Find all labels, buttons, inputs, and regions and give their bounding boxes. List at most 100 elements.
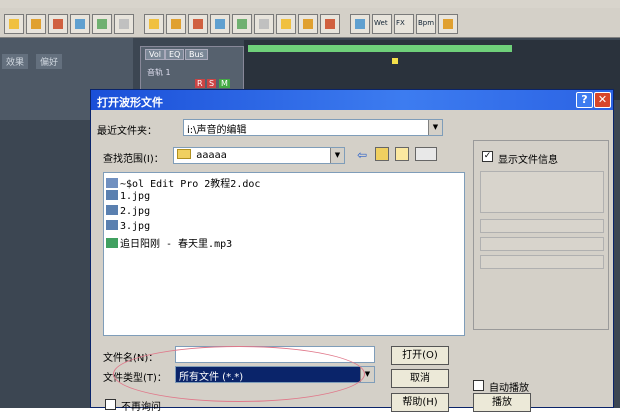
bpm-icon-label: Bpm (418, 19, 435, 27)
open-file-dialog: 打开波形文件 ? ✕ 最近文件夹： i:\声音的编辑 ▼ 查找范围(I)： aa… (90, 89, 614, 413)
file-item[interactable]: 2.jpg (106, 205, 150, 219)
track-label: 音轨 1 (147, 68, 171, 77)
menu-bar (0, 0, 620, 8)
edit-icon-glyph (259, 19, 269, 29)
file-item[interactable]: 3.jpg (106, 220, 150, 234)
file-item[interactable]: 追日阳刚 - 春天里.mp3 (106, 235, 233, 250)
mixer-icon-glyph (171, 19, 181, 29)
tab-effects[interactable]: 效果 (2, 54, 29, 69)
loop-icon[interactable] (144, 14, 164, 34)
record-arm-button[interactable]: R (195, 79, 205, 88)
wet-icon-label: Wet (374, 19, 388, 27)
cut-icon-glyph (75, 19, 85, 29)
copy-icon[interactable] (92, 14, 112, 34)
wave-icon[interactable] (188, 14, 208, 34)
bpm-icon[interactable]: Bpm (416, 14, 436, 34)
autoplay-label: 自动播放 (489, 383, 529, 394)
file-name: 3.jpg (120, 221, 151, 232)
wave-icon-glyph (193, 19, 203, 29)
play-icon-glyph (355, 19, 365, 29)
file-name: ~$ol Edit Pro 2教程2.doc (120, 179, 261, 190)
play-button[interactable]: 播放 (473, 393, 531, 412)
mixer-icon[interactable] (166, 14, 186, 34)
folder-icon (177, 149, 191, 159)
autoplay-checkbox[interactable] (473, 380, 484, 391)
info-field-1 (480, 219, 604, 233)
play-icon[interactable] (350, 14, 370, 34)
file-item[interactable]: 1.jpg (106, 190, 150, 204)
wet-icon[interactable]: Wet (372, 14, 392, 34)
file-name: 2.jpg (120, 206, 151, 217)
look-in-value: aaaaa (196, 150, 227, 161)
playhead-marker[interactable] (392, 58, 398, 64)
mute-button[interactable]: M (219, 79, 230, 88)
chevron-down-icon[interactable]: ▼ (428, 120, 442, 135)
open-icon[interactable] (26, 14, 46, 34)
vol-button[interactable]: Vol (145, 49, 165, 60)
new-icon[interactable] (4, 14, 24, 34)
annotation-ellipse (113, 346, 365, 402)
file-name: 1.jpg (120, 191, 151, 202)
close-title-button[interactable]: ✕ (594, 92, 611, 108)
cancel-button[interactable]: 取消 (391, 369, 449, 388)
file-list[interactable]: ~$ol Edit Pro 2教程2.doc 1.jpg 2.jpg 3.jpg 追日阳… (103, 172, 465, 336)
main-toolbar: Wet FX Bpm (0, 8, 620, 38)
record-icon-glyph (325, 19, 335, 29)
file-item[interactable]: ~$ol Edit Pro 2教程2.doc (106, 175, 261, 190)
envelope-icon-glyph (215, 19, 225, 29)
view-menu-icon[interactable] (415, 147, 437, 161)
file-info-panel: ✓ 显示文件信息 (473, 140, 609, 330)
doc-file-icon (106, 178, 118, 188)
back-arrow-icon[interactable]: ⇦ (357, 148, 367, 162)
zoom-icon-glyph (443, 19, 453, 29)
recent-folder-combo[interactable]: i:\声音的编辑 ▼ (183, 119, 443, 136)
chevron-down-icon[interactable]: ▼ (330, 148, 344, 163)
eq-button[interactable]: EQ (165, 49, 185, 60)
up-folder-icon[interactable] (375, 147, 389, 161)
info-field-2 (480, 237, 604, 251)
save-icon[interactable] (48, 14, 68, 34)
record-icon[interactable] (320, 14, 340, 34)
bus-button[interactable]: Bus (185, 49, 208, 60)
dialog-titlebar[interactable]: 打开波形文件 ? ✕ (91, 90, 613, 110)
jpg-file-icon (106, 205, 118, 215)
dialog-title: 打开波形文件 (97, 96, 163, 109)
cut-icon[interactable] (70, 14, 90, 34)
fx-icon[interactable]: FX (394, 14, 414, 34)
new-folder-icon[interactable] (395, 147, 409, 161)
cd-icon-glyph (303, 19, 313, 29)
look-in-label: 查找范围(I)： (103, 154, 164, 165)
info-field-3 (480, 255, 604, 269)
no-prompt-label: 不再询问 (121, 402, 161, 413)
zoom-icon[interactable] (438, 14, 458, 34)
jpg-file-icon (106, 190, 118, 200)
help-title-button[interactable]: ? (576, 92, 593, 108)
open-button[interactable]: 打开(O) (391, 346, 449, 365)
fx-icon-label: FX (396, 19, 405, 27)
show-info-checkbox[interactable]: ✓ (482, 151, 493, 162)
recent-folder-value: i:\声音的编辑 (187, 125, 247, 136)
new-icon-glyph (9, 19, 19, 29)
track-control-panel: Vol EQ Bus 音轨 1 R S M (140, 46, 244, 90)
effects-icon[interactable] (276, 14, 296, 34)
solo-button[interactable]: S (207, 79, 217, 88)
loop-icon-glyph (149, 19, 159, 29)
open-icon-glyph (31, 19, 41, 29)
envelope-icon[interactable] (210, 14, 230, 34)
paste-icon-glyph (119, 19, 129, 29)
edit-icon[interactable] (254, 14, 274, 34)
help-button[interactable]: 帮助(H) (391, 393, 449, 412)
info-preview-box (480, 171, 604, 213)
mp3-file-icon (106, 238, 118, 248)
no-prompt-checkbox[interactable] (105, 399, 116, 410)
cd-icon[interactable] (298, 14, 318, 34)
look-in-combo[interactable]: aaaaa ▼ (173, 147, 345, 164)
noise-icon[interactable] (232, 14, 252, 34)
file-name: 追日阳刚 - 春天里.mp3 (120, 239, 233, 250)
show-info-label: 显示文件信息 (498, 155, 558, 166)
timeline-ruler-bar[interactable] (248, 45, 512, 52)
tab-preferences[interactable]: 偏好 (36, 54, 63, 69)
effects-icon-glyph (281, 19, 291, 29)
paste-icon[interactable] (114, 14, 134, 34)
jpg-file-icon (106, 220, 118, 230)
